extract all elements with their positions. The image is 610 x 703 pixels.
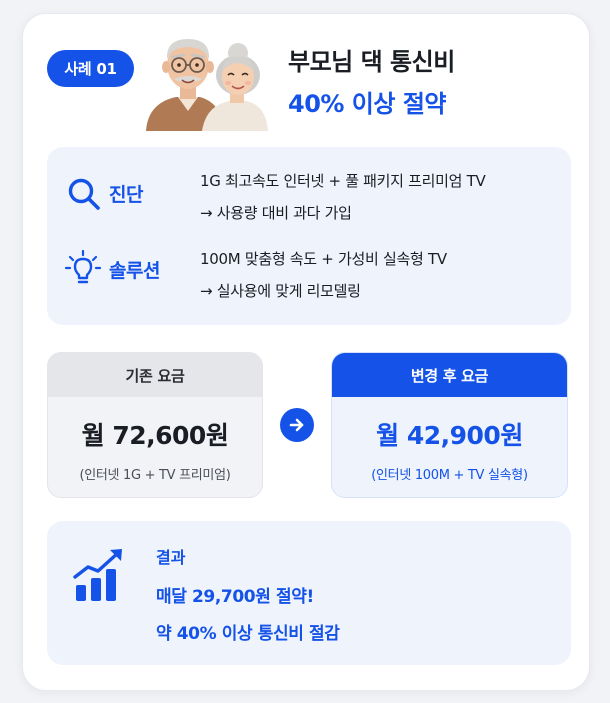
diagnosis-line-1: 1G 최고속도 인터넷 + 풀 패키지 프리미엄 TV — [200, 172, 486, 190]
diagnosis-line-2: → 사용량 대비 과다 가입 — [200, 204, 352, 222]
result-line-2: 약 40% 이상 통신비 절감 — [156, 624, 340, 644]
solution-line-2: → 실사용에 맞게 리모델링 — [200, 282, 361, 300]
result-line-1: 매달 29,700원 절약! — [156, 587, 314, 607]
before-price-header: 기존 요금 — [48, 353, 262, 397]
before-price-amount: 월 72,600원 — [81, 421, 229, 450]
after-price-box: 변경 후 요금 월 42,900원 (인터넷 100M + TV 실속형) — [331, 352, 568, 498]
arrow-right-icon — [280, 408, 314, 442]
solution-line-1: 100M 맞춤형 속도 + 가성비 실속형 TV — [200, 250, 447, 268]
magnifier-icon — [68, 178, 100, 210]
solution-label: 솔루션 — [109, 260, 160, 282]
after-price-header: 변경 후 요금 — [332, 353, 567, 397]
page-title: 부모님 댁 통신비 — [288, 48, 455, 76]
result-label: 결과 — [156, 548, 186, 567]
lightbulb-icon — [64, 249, 102, 284]
growth-chart-icon — [73, 549, 122, 601]
before-price-detail: (인터넷 1G + TV 프리미엄) — [79, 468, 231, 483]
before-price-box: 기존 요금 월 72,600원 (인터넷 1G + TV 프리미엄) — [47, 352, 263, 498]
page-subtitle: 40% 이상 절약 — [288, 90, 446, 118]
case-badge: 사례 01 — [47, 50, 134, 87]
diagnosis-label: 진단 — [109, 184, 143, 206]
after-price-amount: 월 42,900원 — [376, 421, 523, 450]
elderly-couple-illustration — [146, 39, 268, 131]
after-price-detail: (인터넷 100M + TV 실속형) — [371, 468, 528, 483]
